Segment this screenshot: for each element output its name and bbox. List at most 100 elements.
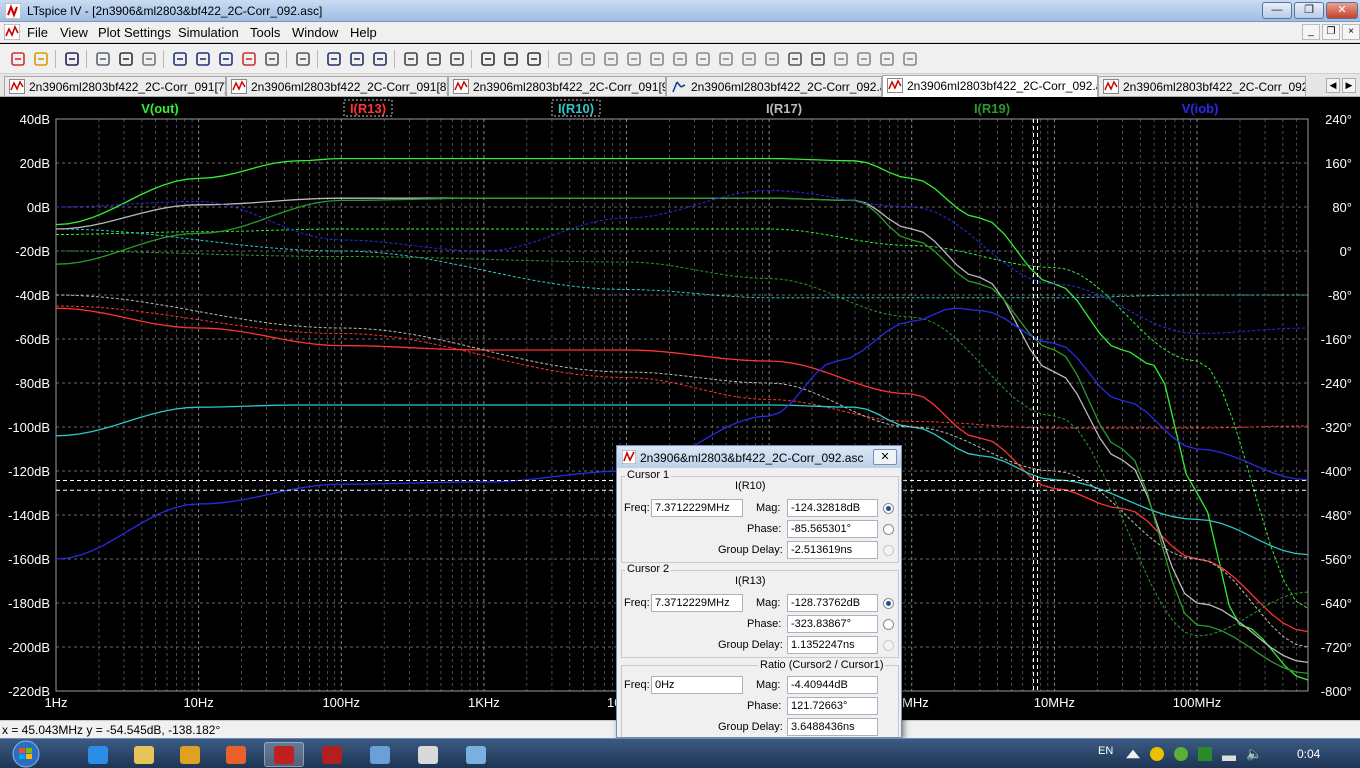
ratio-freq-field[interactable]: 0Hz [651,676,743,694]
calculator-icon[interactable] [408,742,448,767]
ratio-mag-field[interactable]: -4.40944dB [787,676,878,694]
diode-icon[interactable] [693,49,713,69]
cascade-icon[interactable] [347,49,367,69]
start-button-icon[interactable] [6,740,46,768]
rotate-icon[interactable] [831,49,851,69]
volume-icon[interactable]: 🔈 [1246,747,1262,761]
tab-fft-091-9[interactable]: 2n3906ml2803bf422_2C-Corr_091[9].fft [448,76,666,96]
move-icon[interactable] [739,49,759,69]
cursor2-gd-field[interactable]: 1.1352247ns [787,636,878,654]
menu-help[interactable]: Help [350,25,377,40]
redo-icon[interactable] [808,49,828,69]
tab-scroll-left-icon[interactable]: ◀ [1326,78,1340,93]
media-player-icon[interactable] [170,742,210,767]
ground-icon[interactable] [578,49,598,69]
autorange-icon[interactable] [262,49,282,69]
tab-schematic-092[interactable]: 2n3906ml2803bf422_2C-Corr_092.asc [666,76,882,96]
find-icon[interactable] [478,49,498,69]
cursor2-freq-field[interactable]: 7.3712229MHz [651,594,743,612]
tab-fft-091-8[interactable]: 2n3906ml2803bf422_2C-Corr_091[8].fft [226,76,448,96]
new-schematic-icon[interactable] [8,49,28,69]
text-icon[interactable] [877,49,897,69]
legend-ir10[interactable]: I(R10) [558,101,594,116]
clock[interactable]: 0:04 [1297,747,1320,761]
legend-ir13[interactable]: I(R13) [350,101,386,116]
copy-icon[interactable] [424,49,444,69]
run-icon[interactable] [116,49,136,69]
zoom-cancel-icon[interactable] [239,49,259,69]
tile-horizontal-icon[interactable] [324,49,344,69]
menu-tools[interactable]: Tools [250,25,280,40]
undo-icon[interactable] [785,49,805,69]
dialog-close-button[interactable]: ✕ [873,449,897,465]
tab-waveform-092[interactable]: 2n3906ml2803bf422_2C-Corr_092.asc [882,75,1098,97]
tab-fft-091-7[interactable]: 2n3906ml2803bf422_2C-Corr_091[7].fft [4,76,226,96]
firefox-icon[interactable] [216,742,256,767]
mdi-close-button[interactable]: × [1342,24,1360,40]
inductor-icon[interactable] [670,49,690,69]
cursor1-mag-radio[interactable] [883,503,894,514]
tab-scroll-right-icon[interactable]: ▶ [1342,78,1356,93]
spice-directive-icon[interactable] [900,49,920,69]
pan-icon[interactable] [139,49,159,69]
cursor2-mag-radio[interactable] [883,598,894,609]
cursor2-phase-radio[interactable] [883,619,894,630]
component-icon[interactable] [716,49,736,69]
tray-monitor-icon[interactable] [1198,747,1212,761]
print-preview-icon[interactable] [501,49,521,69]
menu-window[interactable]: Window [292,25,338,40]
paint-icon[interactable] [360,742,400,767]
tab-fft-092[interactable]: 2n3906ml2803bf422_2C-Corr_092.fft [1098,76,1306,96]
minimize-button[interactable]: — [1262,2,1292,19]
legend-ir17[interactable]: I(R17) [766,101,802,116]
cursor1-phase-radio[interactable] [883,524,894,535]
ratio-phase-field[interactable]: 121.72663° [787,697,878,715]
print-icon[interactable] [524,49,544,69]
ie-icon[interactable] [78,742,118,767]
ratio-gd-field[interactable]: 3.6488436ns [787,718,878,736]
zoom-full-icon[interactable] [193,49,213,69]
cut-icon[interactable] [401,49,421,69]
cursor2-mag-field[interactable]: -128.73762dB [787,594,878,612]
tray-app-icon[interactable] [1150,747,1164,761]
mirror-icon[interactable] [854,49,874,69]
cursor1-mag-field[interactable]: -124.32818dB [787,499,878,517]
ltspice-icon[interactable] [264,742,304,767]
tile-vertical-icon[interactable] [370,49,390,69]
resistor-icon[interactable] [624,49,644,69]
dialog-title-bar[interactable]: 2n3906&ml2803&bf422_2C-Corr_092.asc ✕ [617,446,901,468]
folder-icon[interactable] [124,742,164,767]
screenshot-icon[interactable] [456,742,496,767]
cursor1-phase-field[interactable]: -85.565301° [787,520,878,538]
mdi-minimize-button[interactable]: _ [1302,24,1320,40]
network-signal-icon[interactable] [1222,747,1236,761]
cursor1-freq-field[interactable]: 7.3712229MHz [651,499,743,517]
save-icon[interactable] [62,49,82,69]
menu-simulation[interactable]: Simulation [178,25,239,40]
cursor1-gd-field[interactable]: -2.513619ns [787,541,878,559]
restore-button[interactable]: ❐ [1294,2,1324,19]
drag-icon[interactable] [762,49,782,69]
menu-plot-settings[interactable]: Plot Settings [98,25,171,40]
open-icon[interactable] [31,49,51,69]
cursor2-phase-field[interactable]: -323.83867° [787,615,878,633]
tray-expand-icon[interactable] [1126,749,1140,759]
control-panel-icon[interactable] [93,49,113,69]
autorange-y-icon[interactable] [293,49,313,69]
legend-viob[interactable]: V(iob) [1182,101,1219,116]
legend-vout[interactable]: V(out) [141,101,179,116]
menu-file[interactable]: File [27,25,48,40]
label-net-icon[interactable] [601,49,621,69]
wire-icon[interactable] [555,49,575,69]
zoom-out-icon[interactable] [216,49,236,69]
zoom-in-icon[interactable] [170,49,190,69]
menu-view[interactable]: View [60,25,88,40]
legend-ir19[interactable]: I(R19) [974,101,1010,116]
pdf-icon[interactable] [312,742,352,767]
capacitor-icon[interactable] [647,49,667,69]
tray-security-icon[interactable] [1174,747,1188,761]
mdi-restore-button[interactable]: ❐ [1322,24,1340,40]
cursor-dialog[interactable]: 2n3906&ml2803&bf422_2C-Corr_092.asc ✕ Cu… [616,445,902,738]
language-indicator[interactable]: EN [1098,745,1113,757]
paste-icon[interactable] [447,49,467,69]
